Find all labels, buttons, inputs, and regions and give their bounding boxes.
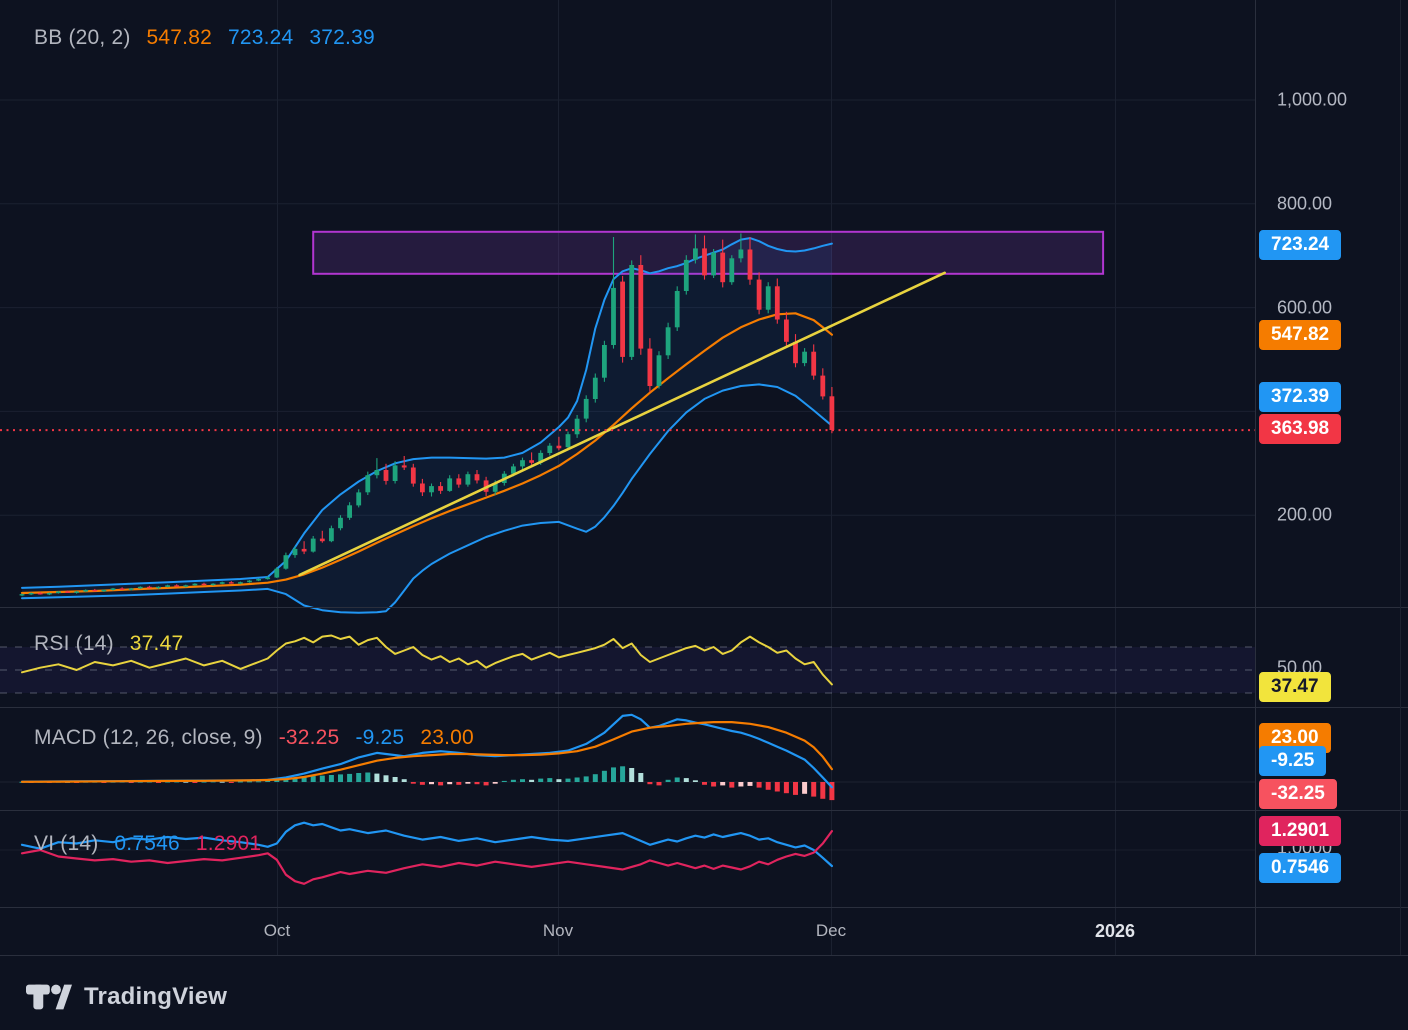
chart-overlay: BB (20, 2) 547.82 723.24 372.39 RSI (14)… [0,0,1408,1030]
x-axis-label-oct: Oct [264,921,290,941]
vi-minus-value: 1.2901 [196,832,261,856]
bb-indicator-legend[interactable]: BB (20, 2) 547.82 723.24 372.39 [34,26,375,50]
macd-signal-value: 23.00 [420,726,474,750]
bb-basis-value: 547.82 [147,26,212,50]
price-scale[interactable]: 1,000.00800.00600.00200.0050.001.0000723… [1256,0,1408,955]
rsi-legend-label: RSI (14) [34,632,114,656]
rsi-indicator-legend[interactable]: RSI (14) 37.47 [34,632,183,656]
price-badge-723.24: 723.24 [1259,230,1341,260]
price-badge-363.98: 363.98 [1259,414,1341,444]
price-badge-372.39: 372.39 [1259,382,1341,412]
price-badge--9.25: -9.25 [1259,746,1326,776]
x-axis-label-dec: Dec [816,921,846,941]
price-badge--32.25: -32.25 [1259,779,1337,809]
rsi-value: 37.47 [130,632,184,656]
vi-plus-value: 0.7546 [114,832,179,856]
y-axis-label: 1,000.00 [1277,90,1347,111]
macd-hist-value: -32.25 [279,726,340,750]
y-axis-label: 200.00 [1277,505,1332,526]
bb-legend-label: BB (20, 2) [34,26,131,50]
tradingview-chart-window: BB (20, 2) 547.82 723.24 372.39 RSI (14)… [0,0,1408,1030]
brand-name: TradingView [84,983,227,1011]
vi-legend-label: VI (14) [34,832,98,856]
macd-legend-label: MACD (12, 26, close, 9) [34,726,263,750]
time-scale[interactable]: Oct Nov Dec 2026 [0,908,1408,955]
price-badge-1.2901: 1.2901 [1259,816,1341,846]
y-axis-label: 800.00 [1277,194,1332,215]
x-axis-label-nov: Nov [543,921,573,941]
price-badge-547.82: 547.82 [1259,320,1341,350]
bb-upper-value: 723.24 [228,26,293,50]
tradingview-logo-icon [26,979,72,1015]
y-axis-label: 600.00 [1277,298,1332,319]
vi-indicator-legend[interactable]: VI (14) 0.7546 1.2901 [34,832,261,856]
price-badge-0.7546: 0.7546 [1259,853,1341,883]
tradingview-logo-link[interactable]: TradingView [26,972,227,1022]
macd-indicator-legend[interactable]: MACD (12, 26, close, 9) -32.25 -9.25 23.… [34,726,474,750]
price-badge-37.47: 37.47 [1259,672,1331,702]
x-axis-label-2026: 2026 [1095,921,1135,942]
macd-line-value: -9.25 [355,726,404,750]
bb-lower-value: 372.39 [309,26,374,50]
